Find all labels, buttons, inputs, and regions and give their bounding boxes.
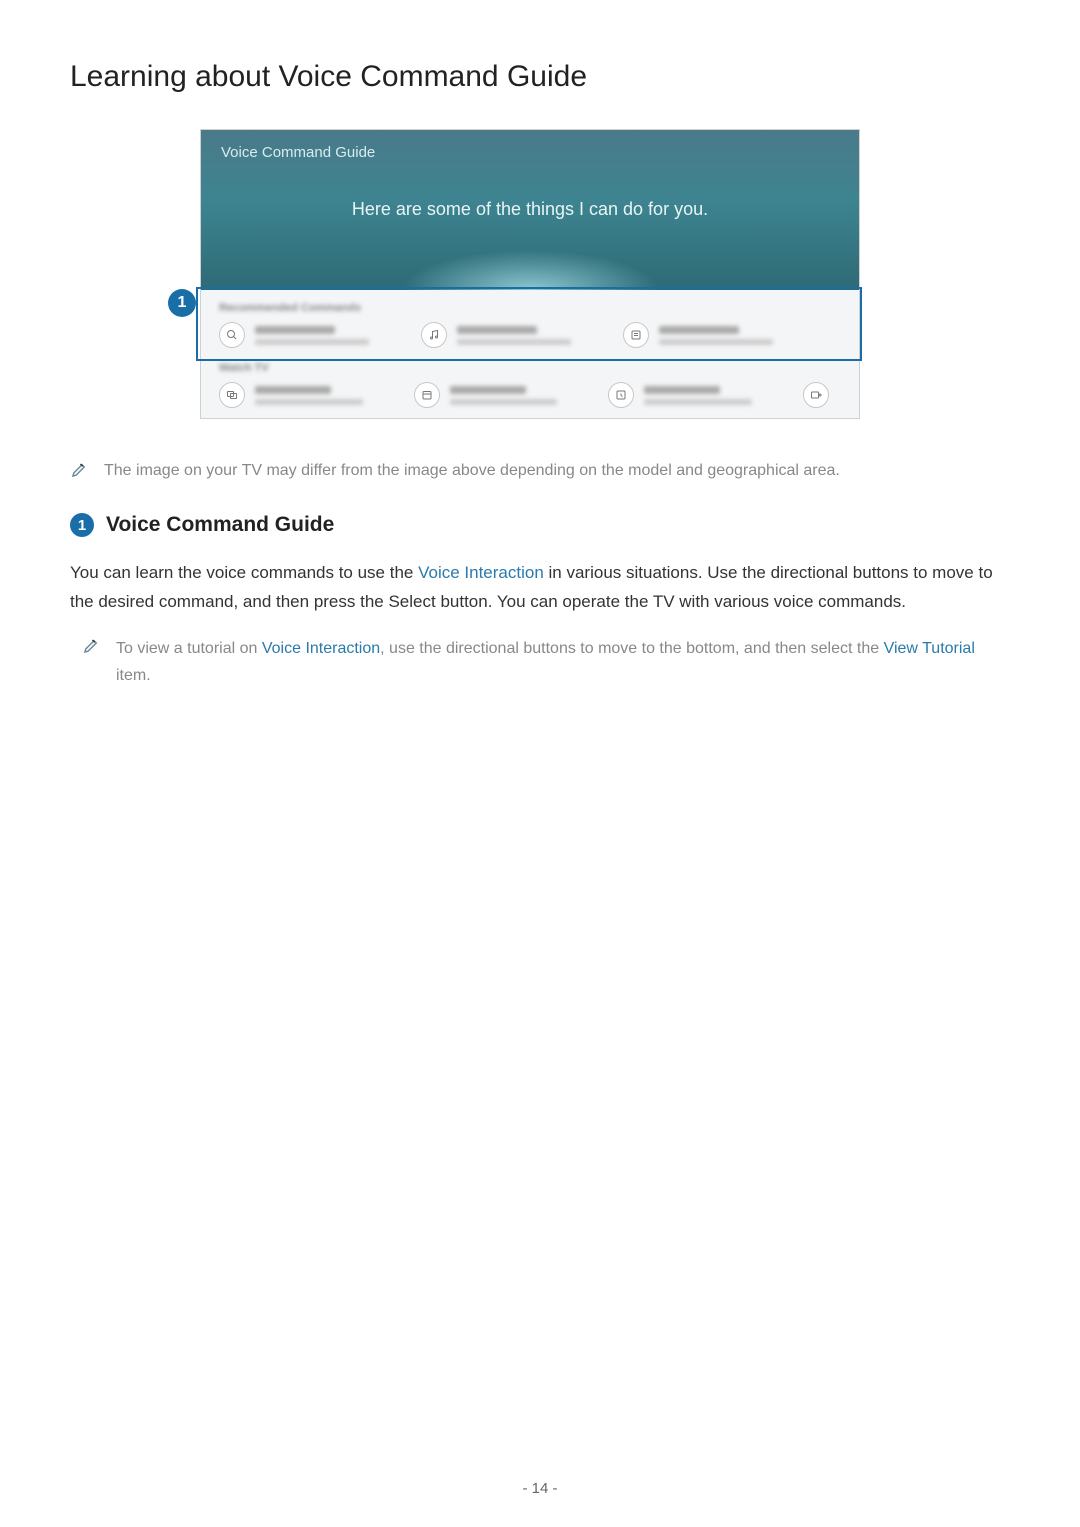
clock-icon bbox=[608, 382, 634, 408]
tv-header: Voice Command Guide Here are some of the… bbox=[201, 130, 859, 290]
tv-card[interactable] bbox=[608, 382, 771, 408]
page-number: - 14 - bbox=[0, 1480, 1080, 1497]
note2-a: To view a tutorial on bbox=[116, 640, 262, 657]
body-paragraph: You can learn the voice commands to use … bbox=[70, 559, 1010, 617]
sub-note-text: To view a tutorial on Voice Interaction,… bbox=[116, 635, 1010, 689]
tv-card[interactable] bbox=[219, 322, 389, 348]
note2-b: , use the directional buttons to move to… bbox=[380, 640, 883, 657]
tv-card-text bbox=[644, 386, 771, 405]
tv-cards-row-2 bbox=[219, 382, 841, 408]
callout-badge: 1 bbox=[168, 289, 196, 317]
music-icon bbox=[421, 322, 447, 348]
view-tutorial-link[interactable]: View Tutorial bbox=[884, 640, 975, 657]
note2-c: item. bbox=[116, 667, 151, 684]
sub-note-row: To view a tutorial on Voice Interaction,… bbox=[82, 635, 1010, 689]
tv-cards-row-1 bbox=[219, 322, 841, 348]
voice-interaction-link[interactable]: Voice Interaction bbox=[418, 563, 544, 582]
section-heading-row: 1 Voice Command Guide bbox=[70, 513, 1010, 537]
num-badge: 1 bbox=[70, 513, 94, 537]
note-text: The image on your TV may differ from the… bbox=[104, 459, 840, 483]
tv-card[interactable] bbox=[421, 322, 591, 348]
tv-section-label-1: Recommended Commands bbox=[219, 302, 841, 314]
section-heading: Voice Command Guide bbox=[106, 513, 334, 537]
voice-interaction-link[interactable]: Voice Interaction bbox=[262, 640, 380, 657]
tv-card-text bbox=[255, 386, 382, 405]
tv-screenshot: Voice Command Guide Here are some of the… bbox=[200, 129, 860, 419]
tv-header-subtitle: Here are some of the things I can do for… bbox=[221, 199, 839, 220]
tv-card-text bbox=[457, 326, 591, 345]
body-text: You can learn the voice commands to use … bbox=[70, 563, 418, 582]
tv-card[interactable] bbox=[623, 322, 793, 348]
pencil-icon bbox=[70, 461, 88, 479]
tv-card[interactable] bbox=[414, 382, 577, 408]
switch-icon bbox=[219, 382, 245, 408]
pencil-icon bbox=[82, 637, 100, 655]
tv-card-text bbox=[255, 326, 389, 345]
tv-glow bbox=[400, 250, 660, 290]
tv-card[interactable] bbox=[803, 382, 841, 408]
list-icon bbox=[623, 322, 649, 348]
tv-section-label-2: Watch TV bbox=[219, 362, 841, 374]
tv-body: Recommended Commands bbox=[201, 290, 859, 418]
tv-screenshot-container: 1 Voice Command Guide Here are some of t… bbox=[200, 129, 1010, 419]
rec-icon bbox=[803, 382, 829, 408]
tv-card-text bbox=[450, 386, 577, 405]
page-title: Learning about Voice Command Guide bbox=[70, 60, 1010, 94]
tv-card[interactable] bbox=[219, 382, 382, 408]
tv-header-title: Voice Command Guide bbox=[221, 144, 839, 161]
calendar-icon bbox=[414, 382, 440, 408]
tv-card-text bbox=[659, 326, 793, 345]
note-row: The image on your TV may differ from the… bbox=[70, 459, 1010, 483]
search-icon bbox=[219, 322, 245, 348]
